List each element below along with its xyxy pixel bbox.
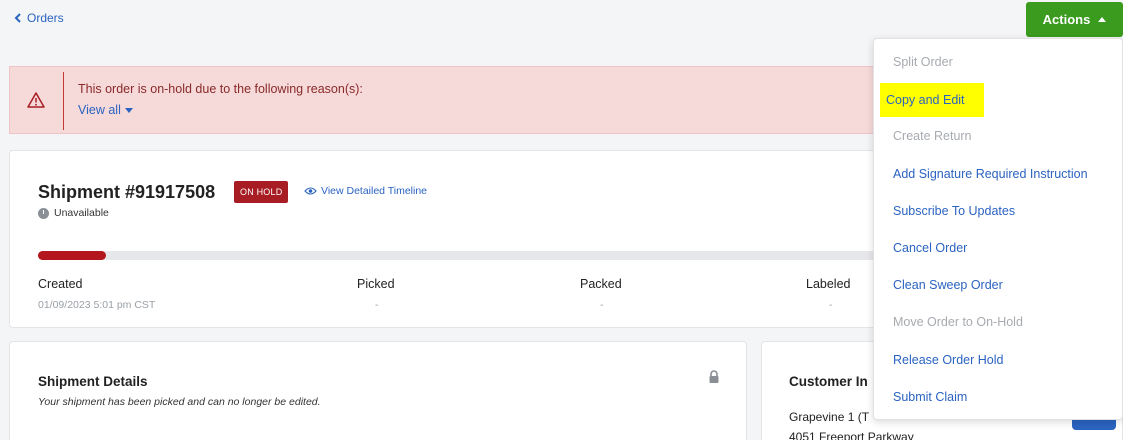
menu-item-move-on-hold[interactable]: Move Order to On-Hold bbox=[893, 315, 1023, 329]
view-timeline-link[interactable]: View Detailed Timeline bbox=[304, 185, 427, 197]
step-created-date: 01/09/2023 5:01 pm CST bbox=[38, 299, 156, 311]
step-labeled-label: Labeled bbox=[806, 277, 851, 291]
shipment-details-title: Shipment Details bbox=[38, 374, 148, 389]
view-all-label: View all bbox=[78, 103, 121, 117]
menu-item-submit-claim[interactable]: Submit Claim bbox=[893, 390, 967, 404]
menu-item-create-return[interactable]: Create Return bbox=[893, 129, 972, 143]
shipment-details-note: Your shipment has been picked and can no… bbox=[38, 396, 321, 408]
step-labeled-date: - bbox=[829, 299, 833, 311]
shipment-card: Shipment #91917508 ON HOLD View Detailed… bbox=[9, 150, 909, 328]
shipment-progress-bar bbox=[38, 251, 893, 260]
chevron-left-icon bbox=[14, 13, 21, 23]
lock-icon bbox=[709, 370, 719, 383]
alert-divider bbox=[63, 72, 64, 130]
caret-down-icon bbox=[124, 107, 133, 113]
menu-item-clean-sweep[interactable]: Clean Sweep Order bbox=[893, 278, 1003, 292]
step-packed-date: - bbox=[600, 299, 604, 311]
step-picked-label: Picked bbox=[357, 277, 395, 291]
warning-icon bbox=[27, 92, 45, 108]
view-all-link[interactable]: View all bbox=[78, 103, 133, 117]
menu-item-add-signature[interactable]: Add Signature Required Instruction bbox=[893, 167, 1088, 181]
actions-dropdown-menu: Split Order Copy and Edit Create Return … bbox=[873, 38, 1123, 420]
actions-button[interactable]: Actions bbox=[1026, 2, 1123, 37]
menu-item-cancel-order[interactable]: Cancel Order bbox=[893, 241, 967, 255]
on-hold-alert: This order is on-hold due to the followi… bbox=[9, 66, 909, 134]
clock-icon bbox=[38, 207, 49, 219]
shipment-title: Shipment #91917508 bbox=[38, 182, 216, 202]
progress-fill bbox=[38, 251, 107, 260]
view-timeline-label: View Detailed Timeline bbox=[321, 185, 428, 197]
alert-message: This order is on-hold due to the followi… bbox=[78, 82, 363, 96]
back-link-label: Orders bbox=[27, 11, 64, 25]
customer-location: Grapevine 1 (T bbox=[789, 410, 870, 424]
step-picked-date: - bbox=[375, 299, 379, 311]
menu-item-release-hold[interactable]: Release Order Hold bbox=[893, 353, 1003, 367]
caret-up-icon bbox=[1098, 17, 1107, 22]
actions-button-label: Actions bbox=[1042, 12, 1091, 27]
shipment-status: Unavailable bbox=[38, 207, 109, 219]
eye-icon bbox=[304, 187, 317, 195]
menu-item-copy-and-edit[interactable]: Copy and Edit bbox=[880, 83, 984, 117]
status-badge: ON HOLD bbox=[234, 181, 289, 203]
customer-address: 4051 Freeport Parkway bbox=[789, 430, 914, 440]
customer-info-title: Customer In bbox=[789, 374, 868, 389]
shipment-status-label: Unavailable bbox=[54, 207, 109, 219]
menu-item-subscribe-updates[interactable]: Subscribe To Updates bbox=[893, 204, 1015, 218]
step-packed-label: Packed bbox=[580, 277, 622, 291]
back-to-orders-link[interactable]: Orders bbox=[14, 11, 64, 25]
shipment-details-card: Shipment Details Your shipment has been … bbox=[9, 341, 747, 440]
menu-item-split-order[interactable]: Split Order bbox=[893, 55, 953, 69]
step-created-label: Created bbox=[38, 277, 83, 291]
